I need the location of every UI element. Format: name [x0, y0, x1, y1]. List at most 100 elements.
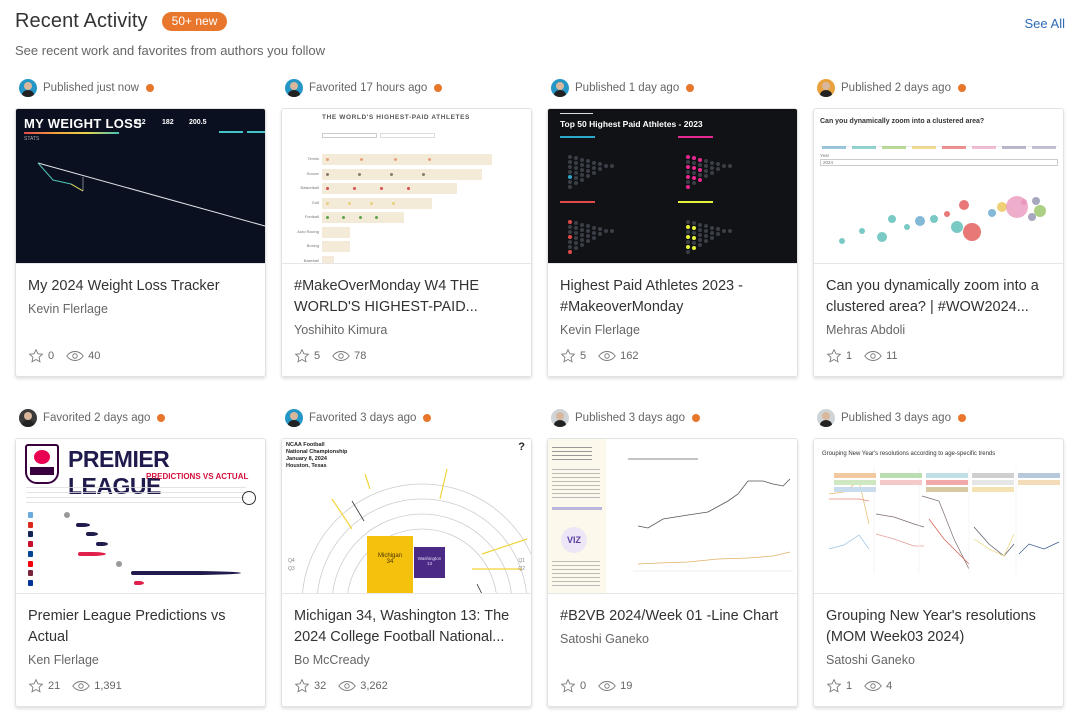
- viz-title[interactable]: Grouping New Year's resolutions (MOM Wee…: [826, 606, 1051, 648]
- resolution-tag: [972, 487, 1014, 492]
- viz-title[interactable]: Can you dynamically zoom into a clustere…: [826, 276, 1051, 318]
- activity-item: Favorited 17 hours ago THE WORLD'S HIGHE…: [281, 78, 532, 377]
- star-icon[interactable]: [28, 678, 44, 694]
- viz-card[interactable]: NCAA Football National Championship Janu…: [281, 438, 532, 707]
- star-icon[interactable]: [826, 348, 842, 364]
- resolution-tag: [880, 480, 922, 485]
- help-icon[interactable]: ?: [518, 441, 525, 453]
- favorite-count[interactable]: 1: [826, 348, 852, 364]
- viz-title[interactable]: Michigan 34, Washington 13: The 2024 Col…: [294, 606, 519, 648]
- author-name[interactable]: Ken Flerlage: [28, 653, 253, 667]
- see-all-link[interactable]: See All: [1025, 16, 1065, 31]
- resolution-tag: [1018, 480, 1060, 485]
- athlete-dot: [692, 181, 696, 185]
- view-count: 19: [598, 680, 632, 692]
- unread-dot: [957, 414, 966, 422]
- athlete-dot: [704, 169, 708, 173]
- viz-thumbnail[interactable]: VIZ: [548, 439, 797, 594]
- star-icon[interactable]: [294, 348, 310, 364]
- favorite-count[interactable]: 5: [560, 348, 586, 364]
- team-crest-icon: [28, 570, 33, 577]
- viz-card[interactable]: VIZ #B2VB 2024/Week 01 -Line Chart Satos…: [547, 438, 798, 707]
- athlete-dot: [704, 224, 708, 228]
- author-name[interactable]: Satoshi Ganeko: [826, 653, 1051, 667]
- viz-title[interactable]: #MakeOverMonday W4 THE WORLD'S HIGHEST-P…: [294, 276, 519, 318]
- athlete-dot: [598, 227, 602, 231]
- author-name[interactable]: Mehras Abdoli: [826, 323, 1051, 337]
- activity-text: Published just now: [43, 82, 139, 94]
- athlete-dot: [704, 159, 708, 163]
- viz-thumbnail[interactable]: Grouping New Year's resolutions accordin…: [814, 439, 1063, 594]
- michigan-score-box: Michigan 34: [367, 536, 413, 593]
- sport-label: Auto Racing: [297, 228, 319, 234]
- viz-title[interactable]: #B2VB 2024/Week 01 -Line Chart: [560, 606, 785, 627]
- viz-title[interactable]: Highest Paid Athletes 2023 - #MakeoverMo…: [560, 276, 785, 318]
- favorite-count[interactable]: 0: [560, 678, 586, 694]
- avatar[interactable]: [551, 79, 569, 97]
- athlete-dot: [348, 201, 351, 205]
- favorite-count[interactable]: 21: [28, 678, 60, 694]
- viz-card[interactable]: THE WORLD'S HIGHEST-PAID ATHLETES Tennis…: [281, 108, 532, 377]
- activity-line: Published 3 days ago: [547, 408, 798, 428]
- avatar[interactable]: [285, 79, 303, 97]
- athlete-dot: [586, 164, 590, 168]
- avatar[interactable]: [817, 409, 835, 427]
- author-name[interactable]: Kevin Flerlage: [560, 323, 785, 337]
- author-name[interactable]: Satoshi Ganeko: [560, 632, 785, 646]
- viz-title[interactable]: Premier League Predictions vs Actual: [28, 606, 253, 648]
- star-icon[interactable]: [294, 678, 310, 694]
- viz-card[interactable]: Can you dynamically zoom into a clustere…: [813, 108, 1064, 377]
- athlete-dot: [692, 156, 696, 160]
- view-count: 4: [864, 680, 892, 692]
- viz-stats: 0 19: [560, 678, 644, 694]
- region-legend-item: [1002, 146, 1026, 149]
- prediction-arrow: [134, 580, 144, 585]
- favorite-count[interactable]: 1: [826, 678, 852, 694]
- viz-thumbnail[interactable]: Top 50 Highest Paid Athletes - 2023: [548, 109, 797, 264]
- viz-thumbnail[interactable]: NCAA Football National Championship Janu…: [282, 439, 531, 594]
- bubble-chart: [839, 196, 1046, 244]
- viz-thumbnail[interactable]: PREMIER LEAGUE PREDICTIONS VS ACTUAL: [16, 439, 265, 594]
- thumbnail-heading: Top 50 Highest Paid Athletes - 2023: [560, 119, 703, 129]
- star-icon[interactable]: [560, 678, 576, 694]
- star-icon[interactable]: [826, 678, 842, 694]
- viz-title[interactable]: My 2024 Weight Loss Tracker: [28, 276, 253, 297]
- star-icon[interactable]: [560, 348, 576, 364]
- avatar[interactable]: [19, 79, 37, 97]
- author-name[interactable]: Bo McCready: [294, 653, 519, 667]
- author-name[interactable]: Yoshihito Kimura: [294, 323, 519, 337]
- viz-card[interactable]: Top 50 Highest Paid Athletes - 2023 High…: [547, 108, 798, 377]
- avatar[interactable]: [551, 409, 569, 427]
- activity-line: Published 2 days ago: [813, 78, 1064, 98]
- view-count: 40: [66, 350, 100, 362]
- avatar[interactable]: [817, 79, 835, 97]
- region-legend-item: [942, 146, 966, 149]
- athlete-dot: [574, 246, 578, 250]
- favorite-count[interactable]: 32: [294, 678, 326, 694]
- favorite-count[interactable]: 0: [28, 348, 54, 364]
- viz-thumbnail[interactable]: MY WEIGHT LOSS STATS 212 182 200.5: [16, 109, 265, 264]
- avatar[interactable]: [285, 409, 303, 427]
- viz-card[interactable]: PREMIER LEAGUE PREDICTIONS VS ACTUAL Pre…: [15, 438, 266, 707]
- viz-card[interactable]: Grouping New Year's resolutions accordin…: [813, 438, 1064, 707]
- region-legend-item: [972, 146, 996, 149]
- quadrant-rule: [678, 136, 713, 138]
- resolution-tag: [926, 487, 968, 492]
- athlete-dot: [686, 164, 690, 169]
- athlete-dot: [710, 170, 714, 175]
- athlete-dot: [698, 222, 702, 227]
- viz-thumbnail[interactable]: THE WORLD'S HIGHEST-PAID ATHLETES Tennis…: [282, 109, 531, 264]
- favorite-count[interactable]: 5: [294, 348, 320, 364]
- avatar[interactable]: [19, 409, 37, 427]
- viz-thumbnail[interactable]: Can you dynamically zoom into a clustere…: [814, 109, 1063, 264]
- country-bubble: [1028, 213, 1036, 221]
- star-icon[interactable]: [28, 348, 44, 364]
- favorite-count-value: 5: [314, 350, 321, 362]
- athlete-dot: [580, 167, 584, 172]
- athlete-dot: [598, 167, 602, 171]
- viz-card[interactable]: MY WEIGHT LOSS STATS 212 182 200.5 My 20…: [15, 108, 266, 377]
- resolution-tag: [880, 473, 922, 478]
- athlete-dot: [698, 157, 702, 162]
- author-name[interactable]: Kevin Flerlage: [28, 302, 253, 316]
- activity-item: Published 3 days ago VIZ #B2VB 2024/Week…: [547, 408, 798, 707]
